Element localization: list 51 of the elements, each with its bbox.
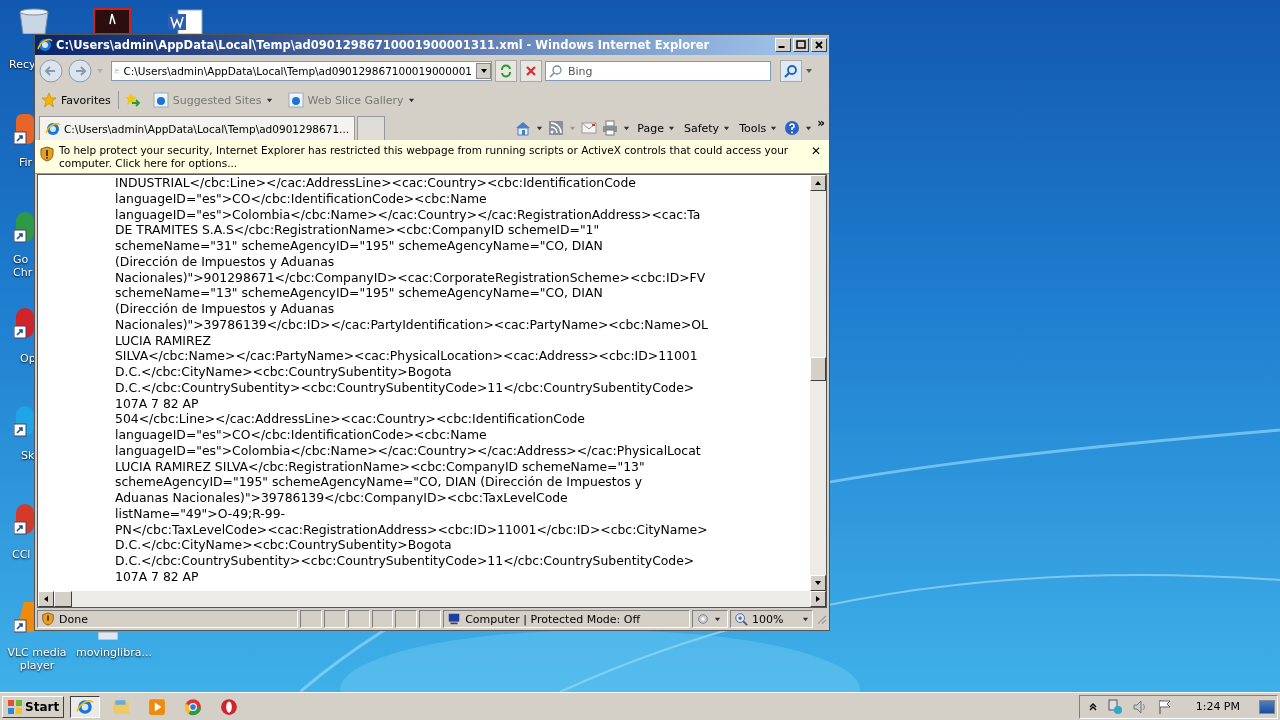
xml-text-line: Nacionales)">901298671</cbc:CompanyID><cac:CorporateRegistrationScheme><cbc:ID>FV (115, 269, 706, 286)
xml-text-line: INDUSTRIAL</cbc:Line></cac:AddressLine><cac:Country><cbc:IdentificationCode (115, 175, 636, 191)
desktop-icon-label: movinglibra... (75, 646, 153, 659)
window-title: C:\Users\admin\AppData\Local\Temp\ad09012986710001900001311.xml - Windows Internet Explorer (56, 38, 711, 52)
xml-text-line: LUCIA RAMIREZ (115, 332, 211, 349)
more-commands-button[interactable]: » (817, 116, 825, 130)
security-warning-text: To help protect your security, Internet Explorer has restricted this webpage from running scripts or ActiveX controls that could access your computer. Click here for options... (59, 144, 790, 170)
xml-text-line: languageID="es">Colombia</cbc:Name></cac:Country></cac:Address></cac:PhysicalLocat (115, 442, 701, 459)
address-field[interactable]: C:\Users\admin\AppData\Local\Temp\ad090129867100019000001 (111, 61, 492, 81)
command-menu[interactable]: Safety (681, 121, 733, 135)
desktop-icon-label: Go Chr (13, 253, 33, 279)
desktop-icon-label: VLC media player (6, 646, 68, 672)
desktop-icon-label: Sk (21, 449, 35, 462)
xml-text-line: LUCIA RAMIREZ SILVA</cbc:RegistrationName><cbc:CompanyID schemeName="13" (115, 458, 645, 475)
xml-text-line: languageID="es">CO</cbc:IdentificationCode><cbc:Name (115, 427, 487, 443)
clock[interactable]: 1:24 PM (1195, 700, 1240, 713)
command-menu[interactable]: Page (635, 121, 677, 135)
xml-text-line: 107A 7 82 AP (115, 568, 199, 585)
information-bar[interactable]: To help protect your security, Internet Explorer has restricted this webpage from running scripts or ActiveX controls that could access your computer. Click here for options... ✕ (35, 140, 829, 174)
desktop-icon-label: Fir (19, 156, 33, 169)
start-button[interactable]: Start (2, 695, 65, 718)
xml-text-line: SILVA</cbc:Name></cac:PartyName><cac:PhysicalLocation><cac:Address><cbc:ID>11001 (115, 348, 698, 364)
xml-text-line: D.C.</cbc:CityName><cbc:CountrySubentity>Bogota (115, 364, 452, 380)
status-text: Done (59, 612, 88, 626)
xml-text-line: (Dirección de Impuestos y Aduanas (115, 253, 335, 270)
xml-text-line: DE TRAMITES S.A.S</cbc:RegistrationName><cbc:CompanyID schemeID="1" (115, 222, 600, 238)
zoom-button[interactable]: 100% (730, 610, 814, 628)
xml-text-line: languageID="es">Colombia</cbc:Name></cac:Country></cac:RegistrationAddress><cac:Ta (115, 206, 701, 223)
xml-text-line: listName="49">O-49;R-99- (115, 505, 285, 522)
xml-text-line: Aduanas Nacionales)">39786139</cbc:CompanyID><cbc:TaxLevelCode (115, 490, 568, 506)
xml-text-line: 107A 7 82 AP (115, 395, 199, 412)
command-menu[interactable]: Tools (737, 121, 780, 135)
xml-text-line: D.C.</cbc:CountrySubentity><cbc:CountrySubentityCode>11</cbc:CountrySubentityCode> (115, 379, 695, 396)
desktop-icon-label: Recy (9, 58, 36, 71)
xml-text-line: Nacionales)">39786139</cbc:ID></cac:PartyIdentification><cac:PartyName><cbc:Name>OL (115, 316, 708, 333)
security-zone-text: Computer | Protected Mode: Off (465, 612, 641, 626)
search-field[interactable]: Bing (545, 61, 771, 81)
xml-text-line: D.C.</cbc:CityName><cbc:CountrySubentity>Bogota (115, 537, 452, 553)
desktop-icon-label: Op (20, 352, 36, 365)
xml-text-line: PN</cbc:TaxLevelCode><cac:RegistrationAddress><cbc:ID>11001</cbc:ID><cbc:CityName> (115, 521, 708, 538)
xml-text-line: schemeName="13" schemeAgencyID="195" schemeAgencyName="CO, DIAN (115, 285, 603, 301)
xml-text-line: languageID="es">CO</cbc:IdentificationCode><cbc:Name (115, 190, 487, 207)
xml-text-line: schemeAgencyID="195" schemeAgencyName="CO, DIAN (Dirección de Impuestos y (115, 474, 642, 490)
xml-text-line: 504</cbc:Line></cac:AddressLine><cac:Country><cbc:IdentificationCode (115, 411, 585, 427)
xml-text-line: schemeName="31" schemeAgencyID="195" schemeAgencyName="CO, DIAN (115, 238, 603, 254)
xml-text-line: (Dirección de Impuestos y Aduanas (115, 301, 335, 317)
xml-text-line: D.C.</cbc:CountrySubentity><cbc:CountrySubentityCode>11</cbc:CountrySubentityCode> (115, 553, 695, 569)
desktop-icon-label: CCl (12, 548, 31, 561)
browser-tab[interactable]: C:\Users\admin\AppData\Local\Temp\ad0901298671... (39, 116, 356, 140)
close-button[interactable]: ✕ (808, 144, 823, 158)
favorites-button[interactable]: Favorites (39, 92, 113, 108)
